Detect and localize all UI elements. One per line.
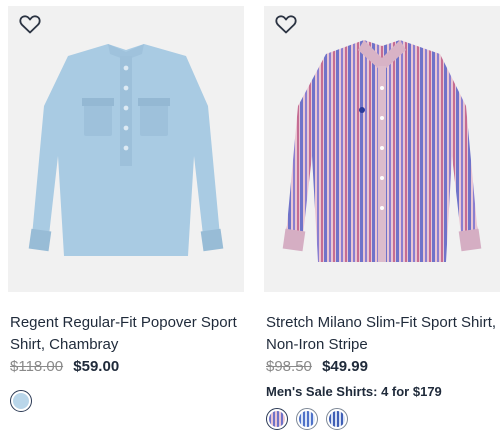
heart-outline-icon[interactable]: [18, 12, 42, 36]
product-title[interactable]: Stretch Milano Slim-Fit Sport Shirt, Non…: [266, 312, 498, 356]
chambray-popover-shirt-image: [8, 6, 244, 292]
promo-text: Men's Sale Shirts: 4 for $179: [266, 384, 442, 399]
color-swatch-lavender-stripe[interactable]: [266, 408, 288, 430]
sale-price: $49.99: [322, 358, 368, 375]
product-card[interactable]: Regent Regular-Fit Popover Sport Shirt, …: [8, 6, 244, 412]
price-row: $118.00 $59.00: [10, 358, 119, 375]
color-swatch-navy-stripe[interactable]: [326, 408, 348, 430]
color-swatch-blue-stripe[interactable]: [296, 408, 318, 430]
sale-price: $59.00: [73, 358, 120, 375]
product-card[interactable]: Stretch Milano Slim-Fit Sport Shirt, Non…: [264, 6, 500, 430]
product-title[interactable]: Regent Regular-Fit Popover Sport Shirt, …: [10, 312, 242, 356]
striped-sport-shirt-image: [264, 6, 500, 292]
original-price: $98.50: [266, 358, 312, 375]
color-swatch-chambray[interactable]: [10, 390, 32, 412]
original-price: $118.00: [10, 358, 64, 375]
product-image[interactable]: [264, 6, 500, 292]
heart-outline-icon[interactable]: [274, 12, 298, 36]
color-swatches: [10, 390, 32, 412]
color-swatches: [266, 408, 348, 430]
product-image[interactable]: [8, 6, 244, 292]
price-row: $98.50 $49.99: [266, 358, 368, 375]
